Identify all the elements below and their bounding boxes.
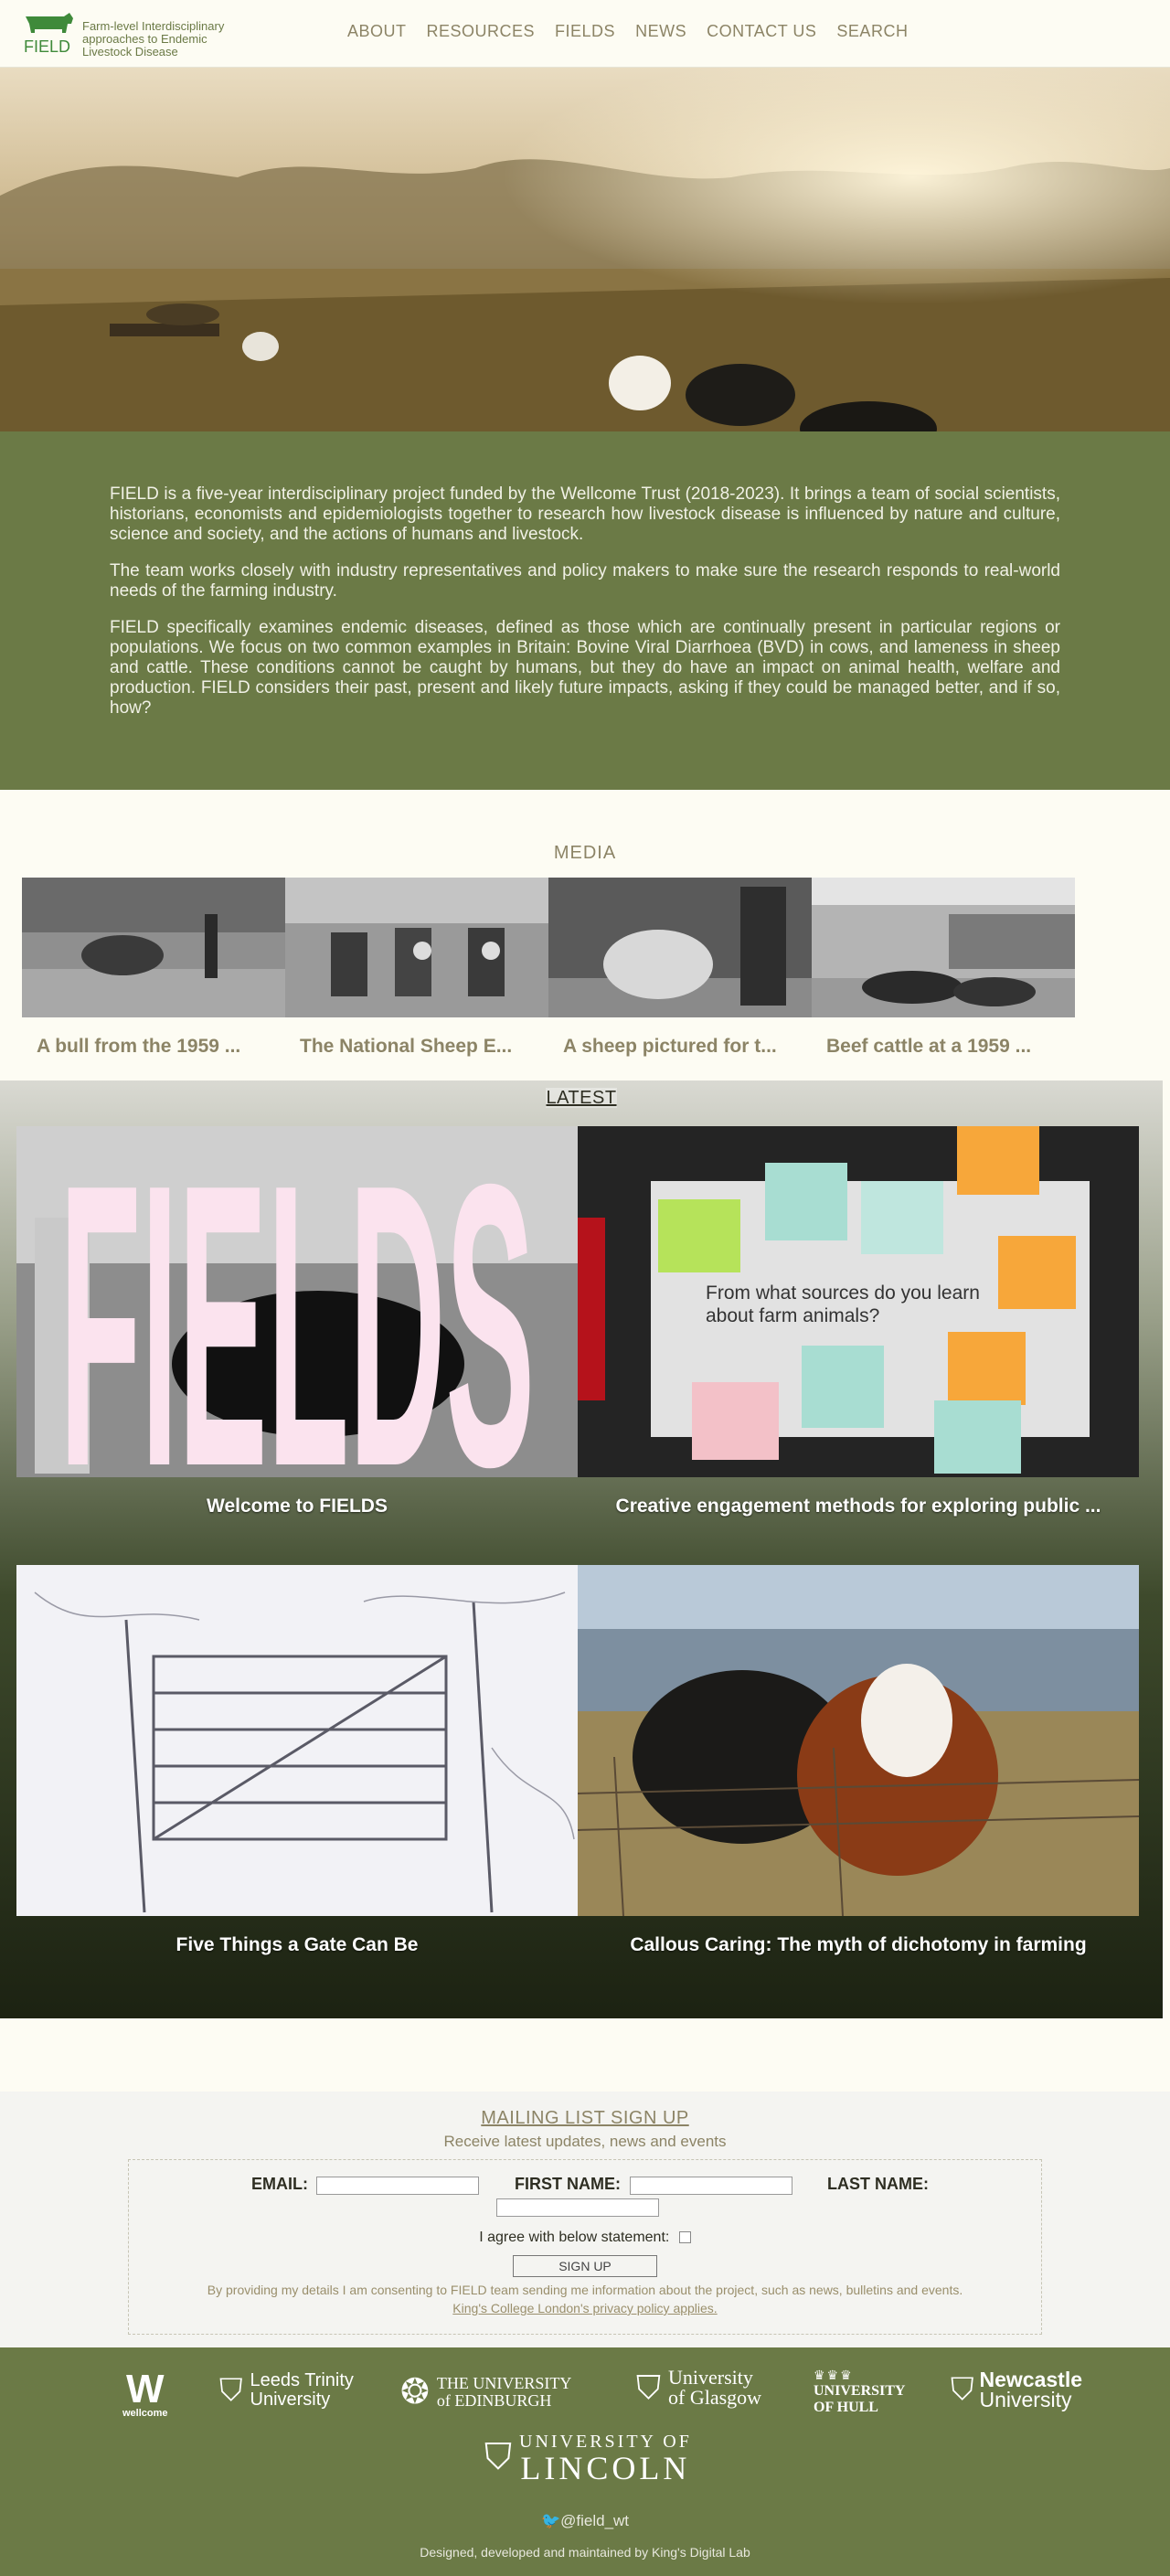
intro-paragraph: FIELD is a five-year interdisciplinary p… [110,484,1060,544]
latest-card[interactable]: FIELDS Welcome to FIELDS [16,1126,578,1517]
latest-image[interactable] [16,1565,578,1916]
hull-logo[interactable]: ♛♛♛ UNIVERSITY OF HULL [814,2368,905,2416]
site-footer: W wellcome ⛉ Leeds Trinity University ❂ T… [0,2347,1170,2576]
last-name-label: LAST NAME: [827,2175,929,2193]
latest-card[interactable]: From what sources do you learn about far… [578,1126,1139,1517]
twitter-icon: 🐦 [540,2512,561,2529]
latest-title[interactable]: Five Things a Gate Can Be [16,1934,578,1956]
svg-text:FIELD: FIELD [24,37,70,56]
nav-contact-us[interactable]: CONTACT US [707,22,816,41]
latest-image[interactable] [578,1565,1139,1916]
media-title[interactable]: A bull from the 1959 ... [22,1036,278,1058]
intro-paragraph: FIELD specifically examines endemic dise… [110,618,1060,718]
first-name-label: FIRST NAME: [515,2175,621,2193]
first-name-field[interactable] [630,2177,792,2195]
site-tagline: Farm-level Interdisciplinary approaches … [82,19,225,59]
mailing-list-section: MAILING LIST SIGN UP Receive latest upda… [0,2092,1170,2347]
media-thumbnail[interactable] [285,878,548,1017]
latest-image[interactable]: FIELDS [16,1126,578,1477]
email-label: EMAIL: [251,2175,308,2193]
site-header: FIELD Farm-level Interdisciplinary appro… [0,0,1170,68]
wellcome-logo[interactable]: W wellcome [122,2367,168,2420]
latest-section: LATEST FIELDS Welcome to FIELDS From wha… [0,1080,1163,2018]
media-card[interactable]: A bull from the 1959 ... [22,878,285,1058]
intro-section: FIELD is a five-year interdisciplinary p… [0,431,1170,790]
agree-row: I agree with below statement: [129,2230,1041,2246]
lincoln-logo[interactable]: ⛉ UNIVERSITY OF LINCOLN [484,2432,692,2485]
media-card[interactable]: The National Sheep E... [285,878,548,1058]
media-card[interactable]: Beef cattle at a 1959 ... [812,878,1075,1058]
latest-title[interactable]: Welcome to FIELDS [16,1496,578,1517]
email-field[interactable] [316,2177,479,2195]
seal-icon: ❂ [400,2373,430,2411]
main-nav: ABOUT RESOURCES FIELDS NEWS CONTACT US S… [347,22,908,41]
mailing-subtitle: Receive latest updates, news and events [443,2133,727,2150]
crest-icon: ⛉ [219,2372,243,2408]
consent-text: By providing my details I am consenting … [207,2283,963,2297]
nav-about[interactable]: ABOUT [347,22,407,41]
privacy-policy-link[interactable]: King's College London's privacy policy a… [129,2301,1041,2315]
crowns-icon: ♛♛♛ [814,2368,854,2382]
latest-title[interactable]: Callous Caring: The myth of dichotomy in… [578,1934,1139,1956]
wellcome-w-icon: W [126,2367,165,2411]
latest-heading[interactable]: LATEST [546,1088,617,1108]
credit-line: Designed, developed and maintained by Ki… [420,2545,750,2560]
leeds-trinity-logo[interactable]: ⛉ Leeds Trinity University [219,2371,354,2410]
hero-image [0,68,1170,431]
fields-wordmark: FIELDS [59,1126,535,1477]
crest-icon: ⛉ [484,2437,512,2477]
media-section: MEDIA A bull from the 1959 ... The Natio… [0,790,1170,1080]
latest-card[interactable]: Five Things a Gate Can Be [16,1565,578,1956]
kings-digital-lab-link[interactable]: King's Digital Lab [652,2545,750,2560]
media-thumbnail[interactable] [812,878,1075,1017]
field-logo-icon[interactable]: FIELD [22,11,77,57]
crest-icon: ⛉ [951,2371,974,2407]
mailing-title: MAILING LIST SIGN UP [481,2108,689,2128]
latest-title[interactable]: Creative engagement methods for explorin… [578,1496,1139,1517]
last-name-field[interactable] [496,2198,659,2217]
twitter-link[interactable]: 🐦@field_wt [0,2512,1170,2530]
media-thumbnail[interactable] [22,878,285,1017]
media-title[interactable]: The National Sheep E... [285,1036,541,1058]
sign-up-button[interactable]: SIGN UP [513,2255,657,2277]
signup-form: EMAIL: FIRST NAME: LAST NAME: I agree wi… [128,2159,1042,2335]
intro-paragraph: The team works closely with industry rep… [110,561,1060,601]
nav-search[interactable]: SEARCH [836,22,908,41]
latest-image[interactable]: From what sources do you learn about far… [578,1126,1139,1477]
media-carousel: A bull from the 1959 ... The National Sh… [22,878,1075,1058]
latest-card[interactable]: Callous Caring: The myth of dichotomy in… [578,1565,1139,1956]
media-heading: MEDIA [553,843,617,863]
edinburgh-logo[interactable]: ❂ THE UNIVERSITY of EDINBURGH [400,2371,571,2412]
crest-icon: ⛉ [636,2368,662,2406]
nav-resources[interactable]: RESOURCES [427,22,536,41]
newcastle-logo[interactable]: ⛉ Newcastle University [951,2369,1082,2411]
media-card[interactable]: A sheep pictured for t... [548,878,812,1058]
media-thumbnail[interactable] [548,878,812,1017]
nav-news[interactable]: NEWS [635,22,686,41]
media-title[interactable]: Beef cattle at a 1959 ... [812,1036,1068,1058]
media-title[interactable]: A sheep pictured for t... [548,1036,804,1058]
glasgow-logo[interactable]: ⛉ University of Glasgow [636,2368,761,2408]
sticky-note-prompt: From what sources do you learn about far… [706,1283,980,1326]
agree-checkbox[interactable] [678,2231,691,2244]
nav-fields[interactable]: FIELDS [555,22,615,41]
agree-label: I agree with below statement: [479,2230,670,2245]
